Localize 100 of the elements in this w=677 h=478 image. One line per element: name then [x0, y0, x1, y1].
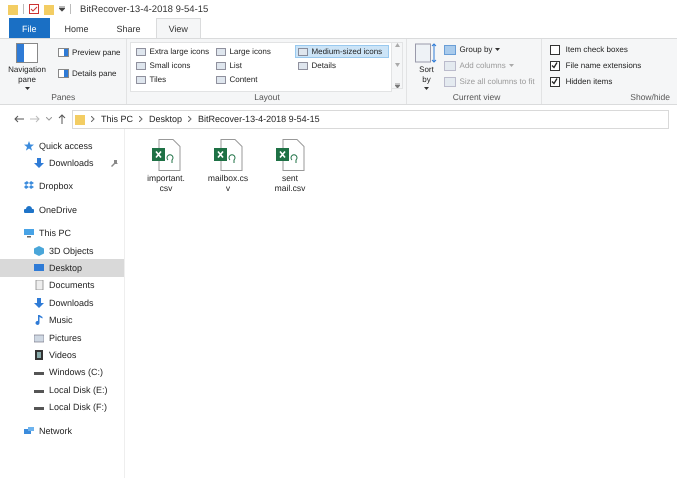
folder-icon	[8, 4, 18, 14]
pane-icon	[58, 68, 69, 78]
scroll-up-icon	[394, 43, 400, 47]
checkbox-option[interactable]: File name extensions	[546, 59, 644, 72]
sidebar-item[interactable]: Quick access	[0, 137, 124, 154]
chevron-right-icon	[91, 116, 95, 122]
breadcrumb[interactable]: This PC	[101, 114, 134, 124]
ribbon-tab[interactable]: View	[156, 18, 201, 38]
view-icon	[298, 60, 308, 70]
view-icon	[136, 46, 146, 56]
spreadsheet-file-icon	[275, 139, 305, 171]
forward-arrow-icon	[30, 115, 40, 123]
sidebar-item[interactable]: Local Disk (F:)	[0, 398, 124, 416]
pin-icon	[111, 160, 118, 167]
navigation-pane-button[interactable]: Navigation pane	[3, 41, 51, 92]
ribbon-tab[interactable]: Share	[104, 18, 154, 38]
film-icon	[34, 350, 44, 360]
caret-icon	[508, 64, 514, 67]
sidebar-item[interactable]: Local Disk (E:)	[0, 381, 124, 398]
pane-icon	[58, 48, 69, 56]
view-icon	[136, 74, 146, 84]
sidebar-item[interactable]: Videos	[0, 346, 124, 364]
columns-icon	[444, 76, 456, 86]
chevron-right-icon	[188, 116, 192, 122]
checkbox-option[interactable]: Hidden items	[546, 75, 644, 88]
view-icon	[136, 60, 146, 70]
sidebar-item[interactable]: OneDrive	[0, 201, 124, 219]
sort-by-button[interactable]: Sort by	[415, 41, 438, 92]
layout-option[interactable]: Details	[295, 59, 390, 72]
chevron-down-icon	[46, 117, 52, 121]
sidebar-item[interactable]: This PC	[0, 224, 124, 242]
layout-option[interactable]: Medium-sized icons	[295, 45, 390, 58]
monitor-icon	[24, 228, 34, 238]
sidebar-item[interactable]: Dropbox	[0, 178, 124, 196]
group-label: Show/hide	[629, 92, 671, 104]
group-label: Layout	[253, 92, 281, 104]
caret-icon	[495, 48, 500, 51]
pane-layout-icon	[16, 43, 38, 63]
network-icon	[24, 426, 34, 436]
layout-option[interactable]: Large icons	[213, 45, 294, 58]
checkmark-icon	[551, 78, 558, 85]
monitor-icon	[34, 263, 44, 274]
file-item[interactable]: mailbox.cs v	[203, 139, 253, 193]
down-arrow-icon	[34, 158, 44, 168]
star-icon	[24, 140, 34, 151]
expand-icon	[394, 83, 400, 88]
back-arrow-icon	[14, 115, 24, 123]
sidebar-item[interactable]: Windows (C:)	[0, 364, 124, 382]
breadcrumb[interactable]: BitRecover-13-4-2018 9-54-15	[198, 114, 320, 124]
file-name: sent mail.csv	[274, 173, 306, 193]
sort-grid-icon	[415, 43, 438, 63]
checkbox-option[interactable]: Item check boxes	[546, 43, 644, 56]
file-item[interactable]: sent mail.csv	[265, 139, 315, 193]
sidebar-item[interactable]: Documents	[0, 276, 124, 294]
up-arrow-icon	[58, 114, 66, 124]
pane-button[interactable]: Details pane	[55, 64, 124, 82]
view-icon	[298, 46, 308, 56]
group-label: Panes	[50, 92, 76, 104]
spreadsheet-file-icon	[151, 139, 181, 171]
caret-icon	[424, 87, 429, 90]
layout-option[interactable]: Content	[213, 73, 294, 86]
pane-button[interactable]: Preview pane	[55, 43, 124, 61]
file-item[interactable]: important. csv	[141, 139, 191, 193]
folder-icon	[44, 4, 54, 14]
view-option[interactable]: Group by	[441, 43, 538, 56]
chevron-right-icon	[139, 116, 144, 122]
picture-icon	[34, 332, 44, 343]
document-icon	[34, 280, 44, 290]
layout-option[interactable]: List	[213, 59, 294, 72]
sidebar-item[interactable]: Music	[0, 312, 124, 329]
checkbox[interactable]	[550, 44, 560, 54]
sidebar-item[interactable]: Desktop	[0, 259, 124, 277]
columns-icon	[444, 44, 456, 54]
checkbox[interactable]	[550, 60, 560, 70]
ribbon-tab[interactable]: Home	[52, 18, 102, 38]
sidebar-item[interactable]: 3D Objects	[0, 242, 124, 260]
checkbox[interactable]	[550, 76, 560, 86]
dropbox-icon	[24, 181, 34, 192]
window-title: BitRecover-13-4-2018 9-54-15	[80, 4, 208, 14]
sidebar-item[interactable]: Downloads	[0, 294, 124, 312]
file-name: mailbox.cs v	[208, 173, 248, 193]
sidebar-item[interactable]: Network	[0, 422, 124, 440]
caret-icon	[24, 87, 30, 90]
view-icon	[216, 74, 226, 84]
dropdown-icon	[59, 6, 65, 12]
sidebar-item[interactable]: Pictures	[0, 328, 124, 346]
scroll-down-icon	[394, 63, 400, 67]
layout-option[interactable]: Extra large icons	[133, 45, 212, 58]
cloud-icon	[24, 204, 34, 215]
group-label: Current view	[452, 92, 502, 104]
properties-icon	[29, 4, 39, 14]
view-icon	[216, 46, 226, 56]
file-name: important. csv	[147, 173, 185, 193]
sidebar-item[interactable]: Downloads	[0, 154, 124, 172]
address-bar[interactable]: This PC Desktop BitRecover-13-4-2018 9-54-15	[72, 110, 669, 128]
layout-option[interactable]: Tiles	[133, 73, 212, 86]
ribbon-tab[interactable]: File	[9, 18, 50, 38]
layout-option[interactable]: Small icons	[133, 59, 212, 72]
breadcrumb[interactable]: Desktop	[149, 114, 182, 124]
view-icon	[216, 60, 226, 70]
